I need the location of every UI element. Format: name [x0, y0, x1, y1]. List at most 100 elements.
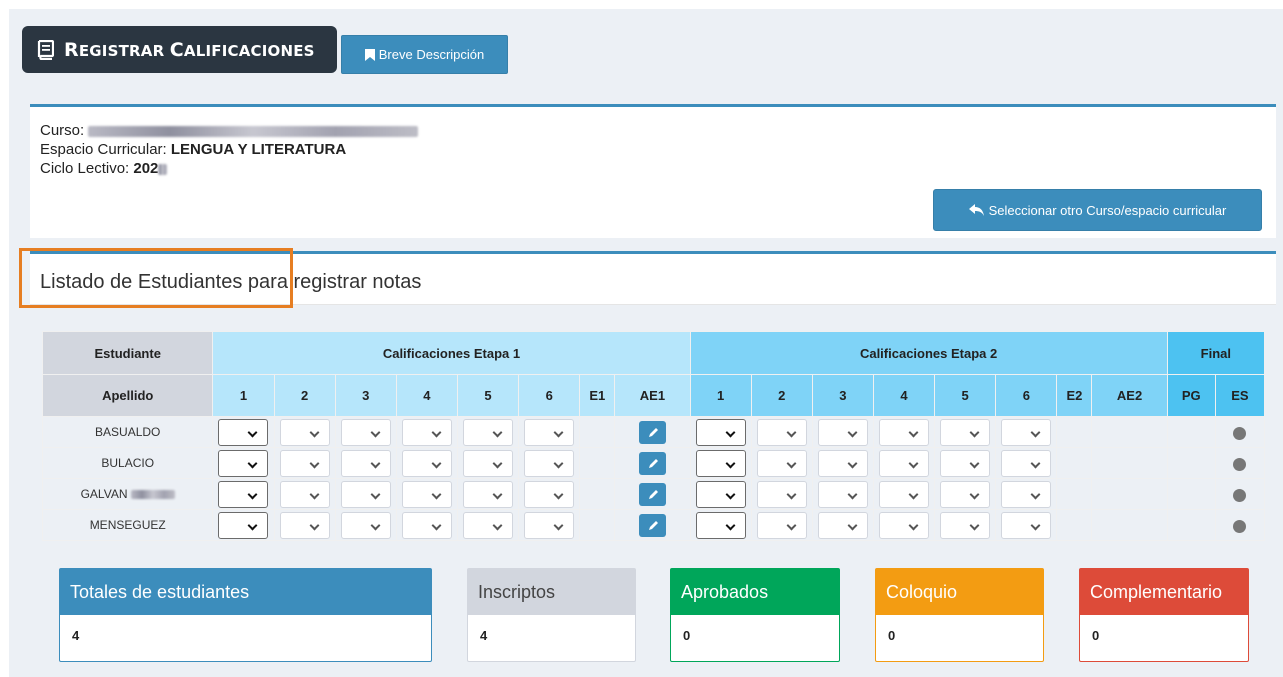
grade-select-s2-6[interactable] [1001, 418, 1052, 446]
grade-select-s2-3[interactable] [817, 449, 868, 477]
student-row: MENSEGUEZ [41, 509, 1266, 541]
grade-select-s2-2[interactable] [756, 418, 807, 446]
grade-select-s1-4[interactable] [401, 418, 452, 446]
stat-card-header: Coloquio [876, 569, 1043, 615]
grade-select-s1-3[interactable] [340, 480, 391, 508]
grade-select-s1-2[interactable] [279, 480, 330, 508]
pencil-icon [648, 427, 658, 437]
grade-select-s2-3[interactable] [817, 511, 868, 539]
bookmark-icon [364, 48, 375, 61]
grade-cell [456, 509, 520, 541]
pg-cell [1166, 447, 1216, 479]
grade-select-s1-6[interactable] [524, 449, 575, 477]
grade-select-s1-5[interactable] [463, 511, 514, 539]
grade-select-s1-1[interactable] [218, 511, 269, 539]
grade-select-s2-6[interactable] [1001, 511, 1052, 539]
stat-card-header: Complementario [1080, 569, 1248, 615]
pg-cell [1166, 509, 1216, 541]
page-title: REGISTRAR CALIFICACIONES [22, 26, 337, 73]
grade-select-s1-1[interactable] [218, 449, 269, 477]
grade-select-s2-4[interactable] [879, 418, 930, 446]
grade-select-s1-6[interactable] [524, 418, 575, 446]
grade-select-s2-5[interactable] [940, 511, 991, 539]
select-other-course-button[interactable]: Seleccionar otro Curso/espacio curricula… [933, 189, 1262, 231]
grade-select-s2-2[interactable] [756, 449, 807, 477]
grade-select-s2-3[interactable] [817, 418, 868, 446]
grade-select-s2-1[interactable] [695, 449, 746, 477]
espacio-value: LENGUA Y LITERATURA [170, 141, 347, 158]
grade-cell [811, 478, 874, 510]
grade-select-s2-4[interactable] [879, 511, 930, 539]
ae2-cell [1091, 447, 1168, 479]
grade-select-s2-2[interactable] [756, 511, 807, 539]
grade-select-s2-5[interactable] [940, 449, 991, 477]
es-cell [1214, 447, 1266, 479]
grade-cell [689, 416, 752, 448]
grade-cell [273, 478, 336, 510]
grade-select-s2-5[interactable] [940, 480, 991, 508]
grade-cell [934, 478, 997, 510]
grade-select-s1-2[interactable] [279, 449, 330, 477]
grade-cell [872, 478, 936, 510]
edit-ae1-button[interactable] [638, 420, 666, 444]
grade-select-s2-6[interactable] [1001, 449, 1052, 477]
pencil-icon [648, 489, 658, 499]
grade-select-s1-1[interactable] [218, 418, 269, 446]
ciclo-line: Ciclo Lectivo: 202 [40, 159, 418, 178]
grade-select-s1-2[interactable] [279, 418, 330, 446]
grade-select-s1-6[interactable] [524, 480, 575, 508]
grade-select-s2-4[interactable] [879, 449, 930, 477]
grade-select-s2-1[interactable] [695, 480, 746, 508]
grades-table: Estudiante Calificaciones Etapa 1 Califi… [41, 331, 1266, 541]
student-list-title: Listado de Estudiantes para registrar no… [40, 271, 422, 293]
espacio-line: Espacio Curricular: LENGUA Y LITERATURA [40, 141, 347, 158]
grade-cell [334, 509, 397, 541]
blurred-year-digit [158, 163, 168, 175]
grade-select-s1-4[interactable] [401, 480, 452, 508]
grade-select-s1-2[interactable] [279, 511, 330, 539]
grade-cell [273, 416, 336, 448]
grade-select-s2-2[interactable] [756, 480, 807, 508]
stat-card-total: Totales de estudiantes 4 [59, 568, 432, 662]
header-s2-4: 4 [872, 374, 936, 417]
grade-cell [518, 447, 581, 479]
grade-select-s1-6[interactable] [524, 511, 575, 539]
ae1-cell [614, 478, 691, 510]
grade-cell [273, 447, 336, 479]
blurred-student-name [130, 490, 175, 500]
grade-select-s1-4[interactable] [401, 449, 452, 477]
grade-cell [689, 509, 752, 541]
stat-card-header: Inscriptos [468, 569, 635, 615]
grade-select-s2-1[interactable] [695, 511, 746, 539]
grade-select-s2-3[interactable] [817, 480, 868, 508]
reply-icon [968, 204, 984, 216]
grade-select-s1-4[interactable] [401, 511, 452, 539]
description-button[interactable]: Breve Descripción [341, 35, 508, 74]
es-cell [1214, 509, 1266, 541]
blurred-course-name [88, 125, 419, 137]
grade-select-s2-4[interactable] [879, 480, 930, 508]
grade-cell [750, 447, 813, 479]
header-s1-4: 4 [395, 374, 458, 417]
grade-select-s1-5[interactable] [463, 418, 514, 446]
es-cell [1214, 416, 1266, 448]
stat-card-value: 0 [1092, 628, 1100, 643]
grade-select-s2-5[interactable] [940, 418, 991, 446]
edit-ae1-button[interactable] [638, 513, 666, 537]
grade-cell [395, 447, 458, 479]
grade-select-s1-5[interactable] [463, 480, 514, 508]
grade-select-s1-3[interactable] [340, 511, 391, 539]
grade-select-s1-3[interactable] [340, 449, 391, 477]
grade-select-s1-1[interactable] [218, 480, 269, 508]
grade-select-s1-3[interactable] [340, 418, 391, 446]
grade-select-s2-6[interactable] [1001, 480, 1052, 508]
e2-cell [1056, 509, 1093, 541]
edit-ae1-button[interactable] [638, 482, 666, 506]
grade-select-s1-5[interactable] [463, 449, 514, 477]
grade-cell [811, 447, 874, 479]
e1-cell [579, 478, 616, 510]
edit-ae1-button[interactable] [638, 451, 666, 475]
grade-select-s2-1[interactable] [695, 418, 746, 446]
grade-cell [334, 478, 397, 510]
header-s2-1: 1 [689, 374, 752, 417]
